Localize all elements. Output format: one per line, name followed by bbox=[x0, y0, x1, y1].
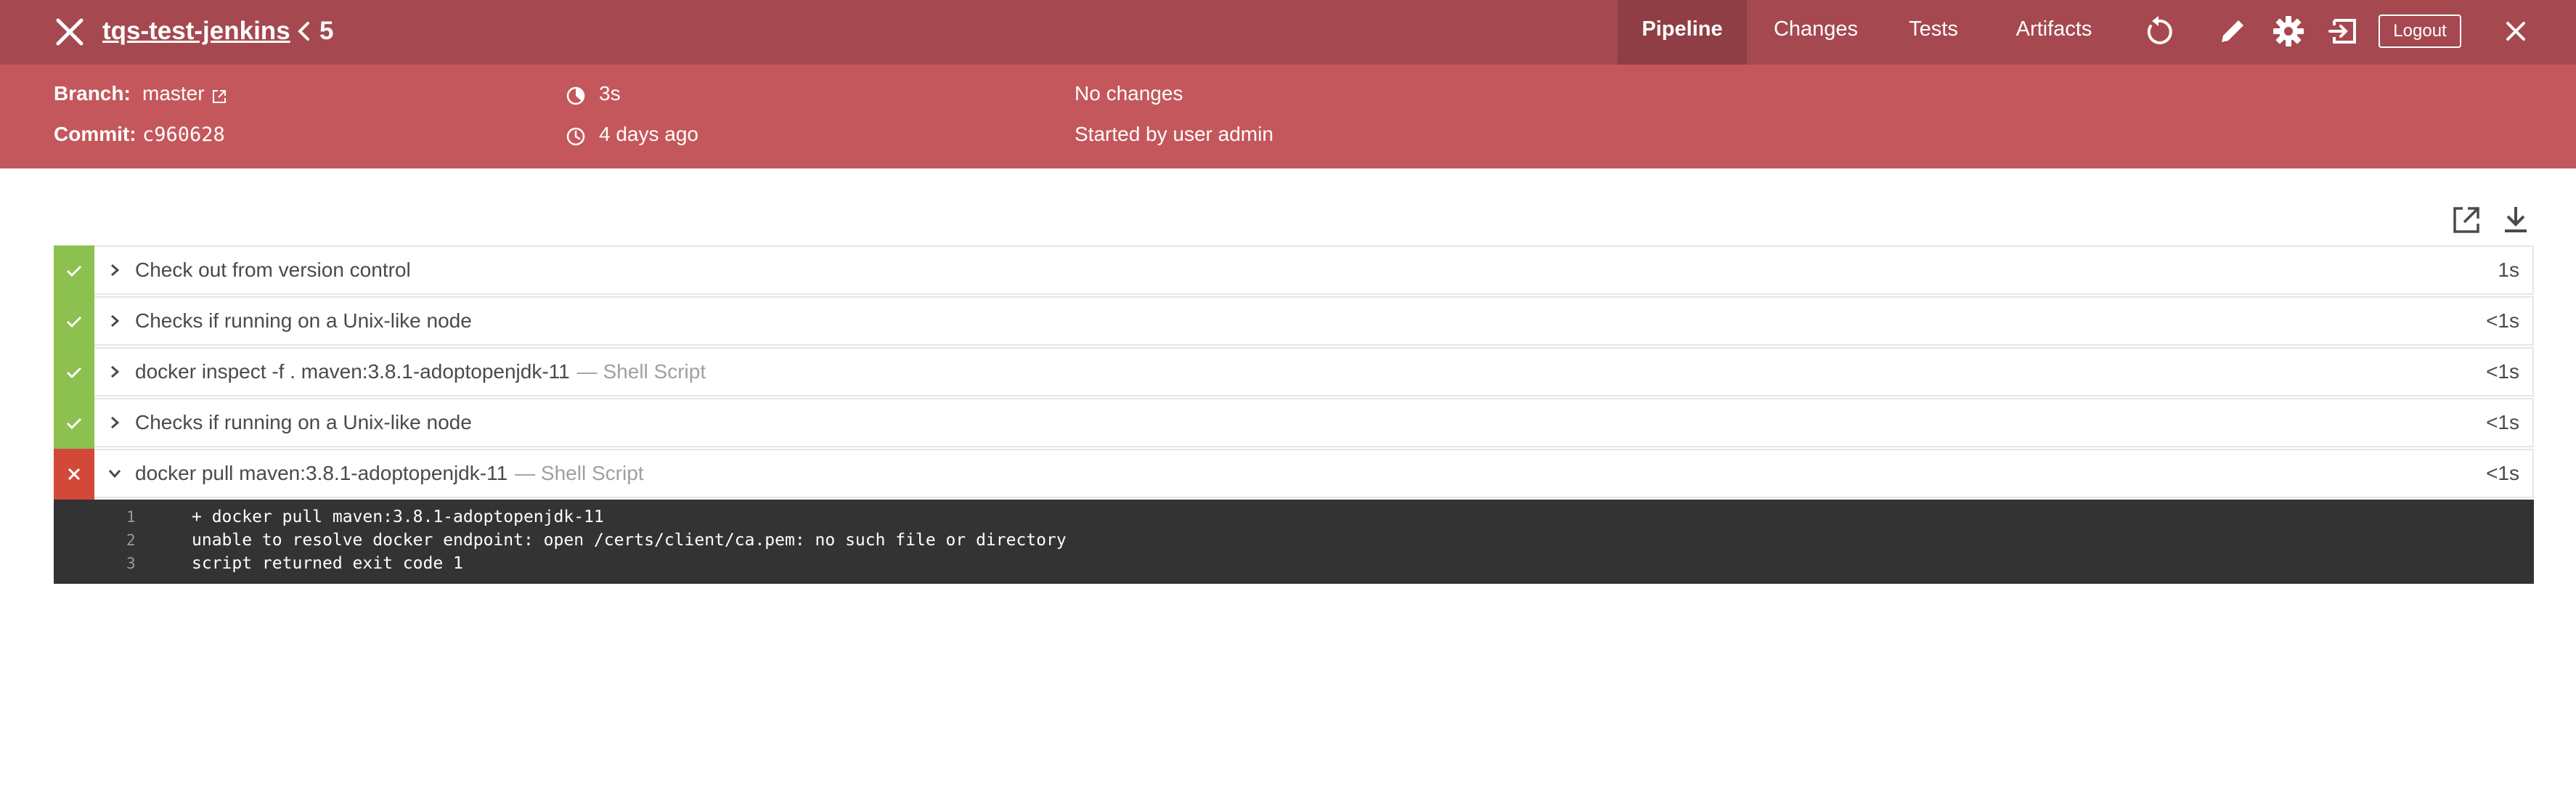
started-ago: 4 days ago bbox=[599, 123, 698, 145]
step-row-failed[interactable]: docker pull maven:3.8.1-adoptopenjdk-11 —… bbox=[54, 449, 2534, 500]
chevron-right-icon[interactable] bbox=[107, 263, 122, 277]
check-icon bbox=[66, 316, 82, 328]
close-icon[interactable] bbox=[2498, 13, 2534, 49]
step-name: Checks if running on a Unix-like node bbox=[135, 411, 472, 433]
success-status bbox=[54, 245, 94, 296]
step-hint: — Shell Script bbox=[515, 462, 644, 484]
commit-label: Commit: bbox=[54, 123, 136, 145]
tab-tests[interactable]: Tests bbox=[1875, 0, 1992, 65]
chevron-down-icon[interactable] bbox=[107, 466, 122, 481]
step-row[interactable]: Checks if running on a Unix-like node <1… bbox=[54, 296, 2534, 347]
chevron-right-icon[interactable] bbox=[107, 415, 122, 430]
step-duration: 1s bbox=[2498, 259, 2519, 281]
success-status bbox=[54, 296, 94, 347]
chevron-right-icon[interactable] bbox=[107, 365, 122, 379]
chevron-right-icon[interactable] bbox=[107, 314, 122, 328]
step-duration: <1s bbox=[2486, 309, 2519, 332]
duration-value: 3s bbox=[599, 82, 621, 105]
check-icon bbox=[66, 265, 82, 277]
started-by: Started by user admin bbox=[1075, 123, 1273, 145]
branch-label: Branch: bbox=[54, 82, 131, 105]
cross-icon bbox=[68, 468, 81, 481]
branch-value[interactable]: master bbox=[142, 82, 205, 105]
duration-icon bbox=[566, 86, 585, 105]
tab-pipeline[interactable]: Pipeline bbox=[1618, 0, 1747, 65]
success-status bbox=[54, 398, 94, 449]
changes-summary: No changes bbox=[1075, 82, 1183, 105]
step-name: Check out from version control bbox=[135, 259, 411, 281]
step-row[interactable]: Checks if running on a Unix-like node <1… bbox=[54, 398, 2534, 449]
log-line-text: unable to resolve docker endpoint: open … bbox=[192, 531, 1067, 550]
log-line-text: script returned exit code 1 bbox=[192, 554, 463, 573]
log-line-number[interactable]: 3 bbox=[126, 552, 196, 575]
close-icon[interactable] bbox=[51, 13, 89, 51]
download-icon[interactable] bbox=[2499, 203, 2532, 237]
step-hint: — Shell Script bbox=[576, 360, 706, 383]
pipeline-title-link[interactable]: tqs-test-jenkins bbox=[102, 13, 290, 49]
log-line-number[interactable]: 2 bbox=[126, 529, 196, 552]
commit-value[interactable]: c960628 bbox=[142, 123, 225, 146]
step-duration: <1s bbox=[2486, 462, 2519, 484]
external-link-icon[interactable] bbox=[211, 88, 228, 105]
step-duration: <1s bbox=[2486, 411, 2519, 433]
run-number: 5 bbox=[319, 17, 334, 45]
run-summary: Branch: master Commit: c960628 3s 4 days… bbox=[0, 65, 2576, 168]
exit-icon[interactable] bbox=[2326, 13, 2362, 49]
log-line: 3 script returned exit code 1 bbox=[54, 552, 2534, 575]
replay-icon[interactable] bbox=[2140, 13, 2177, 49]
clock-icon bbox=[566, 127, 585, 146]
gear-icon[interactable] bbox=[2270, 13, 2307, 49]
chevron-left-icon[interactable] bbox=[293, 19, 315, 44]
step-row[interactable]: Check out from version control 1s bbox=[54, 245, 2534, 296]
tab-artifacts[interactable]: Artifacts bbox=[1992, 0, 2116, 65]
step-list: Check out from version control 1s Checks… bbox=[54, 245, 2534, 500]
check-icon bbox=[66, 367, 82, 379]
open-in-new-icon[interactable] bbox=[2450, 203, 2483, 237]
log-line: 1 + docker pull maven:3.8.1-adoptopenjdk… bbox=[54, 505, 2534, 529]
failure-status bbox=[54, 449, 94, 500]
step-name: Checks if running on a Unix-like node bbox=[135, 309, 472, 332]
success-status bbox=[54, 347, 94, 398]
step-name: docker pull maven:3.8.1-adoptopenjdk-11 bbox=[135, 462, 508, 484]
tab-changes[interactable]: Changes bbox=[1751, 0, 1880, 65]
step-duration: <1s bbox=[2486, 360, 2519, 383]
log-line-number[interactable]: 1 bbox=[126, 505, 196, 529]
check-icon bbox=[66, 418, 82, 430]
logout-button[interactable]: Logout bbox=[2379, 15, 2461, 48]
step-row[interactable]: docker inspect -f . maven:3.8.1-adoptope… bbox=[54, 347, 2534, 398]
step-name: docker inspect -f . maven:3.8.1-adoptope… bbox=[135, 360, 570, 383]
top-nav-bar: tqs-test-jenkins 5 Pipeline Changes Test… bbox=[0, 0, 2576, 65]
log-line-text: + docker pull maven:3.8.1-adoptopenjdk-1… bbox=[192, 508, 604, 526]
console-log: 1 + docker pull maven:3.8.1-adoptopenjdk… bbox=[54, 500, 2534, 584]
log-line: 2 unable to resolve docker endpoint: ope… bbox=[54, 529, 2534, 552]
edit-icon[interactable] bbox=[2214, 13, 2251, 49]
